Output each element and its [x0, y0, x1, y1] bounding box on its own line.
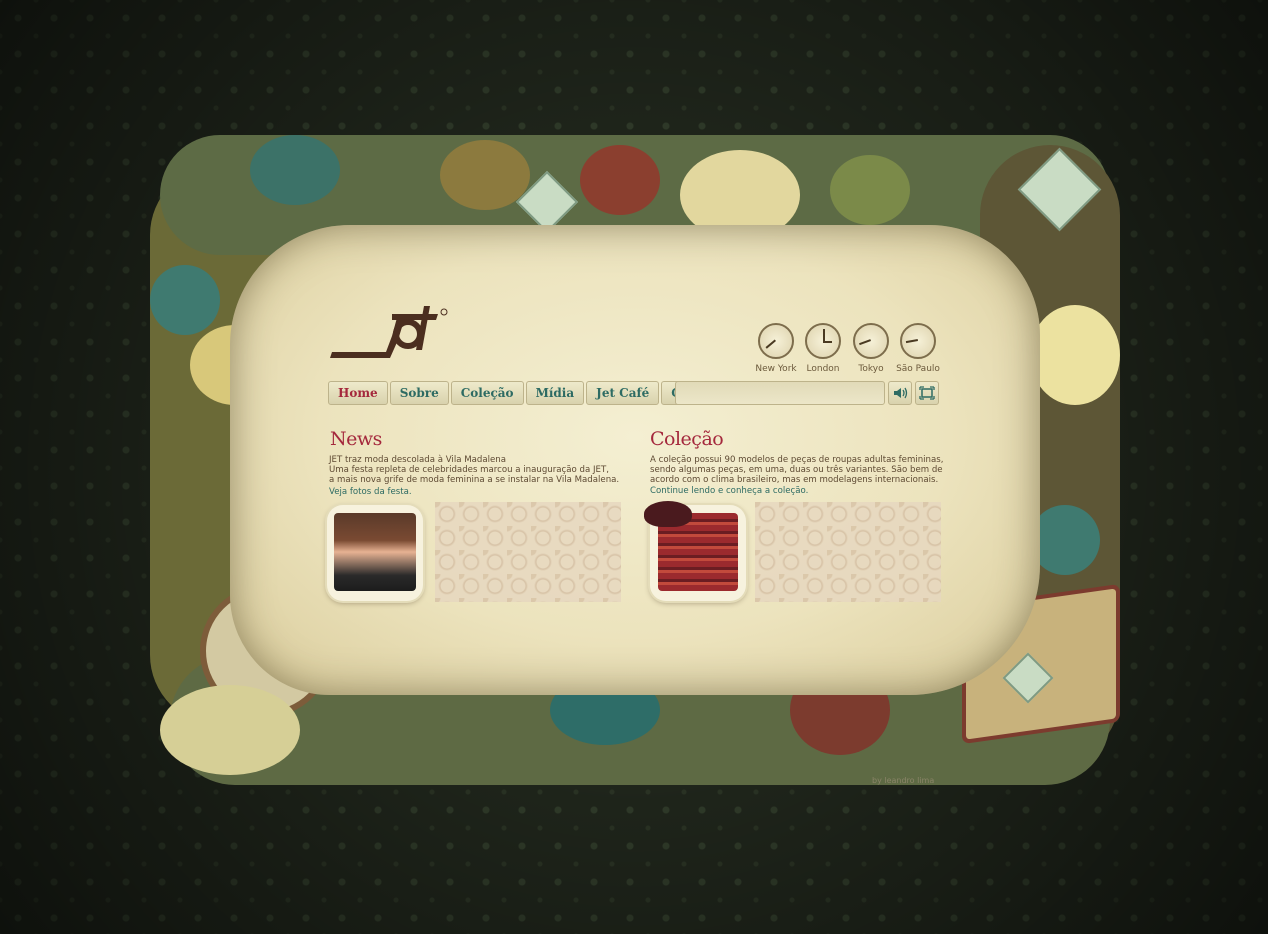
colecao-pattern: [755, 502, 941, 602]
clock-label: São Paulo: [896, 364, 940, 374]
jet-logo[interactable]: [328, 300, 453, 360]
nav-sobre[interactable]: Sobre: [389, 381, 449, 405]
speaker-icon: [894, 387, 908, 399]
clock-label: London: [806, 364, 840, 374]
news-line: JET traz moda descolada à Vila Madalena: [329, 455, 506, 465]
colecao-photo[interactable]: [644, 501, 746, 601]
clock-label: New York: [755, 364, 797, 374]
news-pattern: [435, 502, 621, 602]
clock-icon: [805, 323, 841, 359]
colecao-link[interactable]: Continue lendo e conheça a coleção.: [650, 486, 808, 496]
author-credit[interactable]: by leandro lima: [872, 776, 934, 785]
news-title: News: [330, 428, 382, 450]
nav-colecao[interactable]: Coleção: [450, 381, 524, 405]
bow-icon: [644, 501, 692, 527]
nav-home[interactable]: Home: [328, 381, 388, 405]
nav-jet-cafe[interactable]: Jet Café: [586, 381, 660, 405]
colecao-line: A coleção possui 90 modelos de peças de …: [650, 455, 944, 465]
fullscreen-button[interactable]: [915, 381, 939, 405]
clock-label: Tokyo: [858, 364, 884, 374]
fullscreen-icon: [919, 386, 935, 400]
news-photo[interactable]: [327, 505, 423, 601]
clock-london: London: [800, 323, 846, 374]
main-nav: Home Sobre Coleção Mídia Jet Café Contat…: [328, 381, 735, 405]
nav-midia[interactable]: Mídia: [525, 381, 585, 405]
clock-icon: [853, 323, 889, 359]
party-photo: [334, 513, 416, 591]
colecao-line: sendo algumas peças, em uma, duas ou trê…: [650, 465, 943, 476]
sound-button[interactable]: [888, 381, 912, 405]
search-input[interactable]: [675, 381, 885, 405]
clock-icon: [900, 323, 936, 359]
news-link[interactable]: Veja fotos da festa.: [329, 487, 412, 497]
clock-new-york: New York: [753, 323, 799, 374]
colecao-body: A coleção possui 90 modelos de peças de …: [650, 455, 943, 486]
colecao-line: acordo com o clima brasileiro, mas em mo…: [650, 475, 939, 486]
news-body: JET traz moda descolada à Vila Madalena …: [329, 455, 619, 486]
clock-sao-paulo: São Paulo: [895, 323, 941, 374]
clock-tokyo: Tokyo: [848, 323, 894, 374]
colecao-title: Coleção: [650, 428, 724, 450]
news-line: Uma festa repleta de celebridades marcou…: [329, 465, 609, 476]
clock-icon: [758, 323, 794, 359]
news-line: a mais nova grife de moda feminina a se …: [329, 475, 620, 486]
